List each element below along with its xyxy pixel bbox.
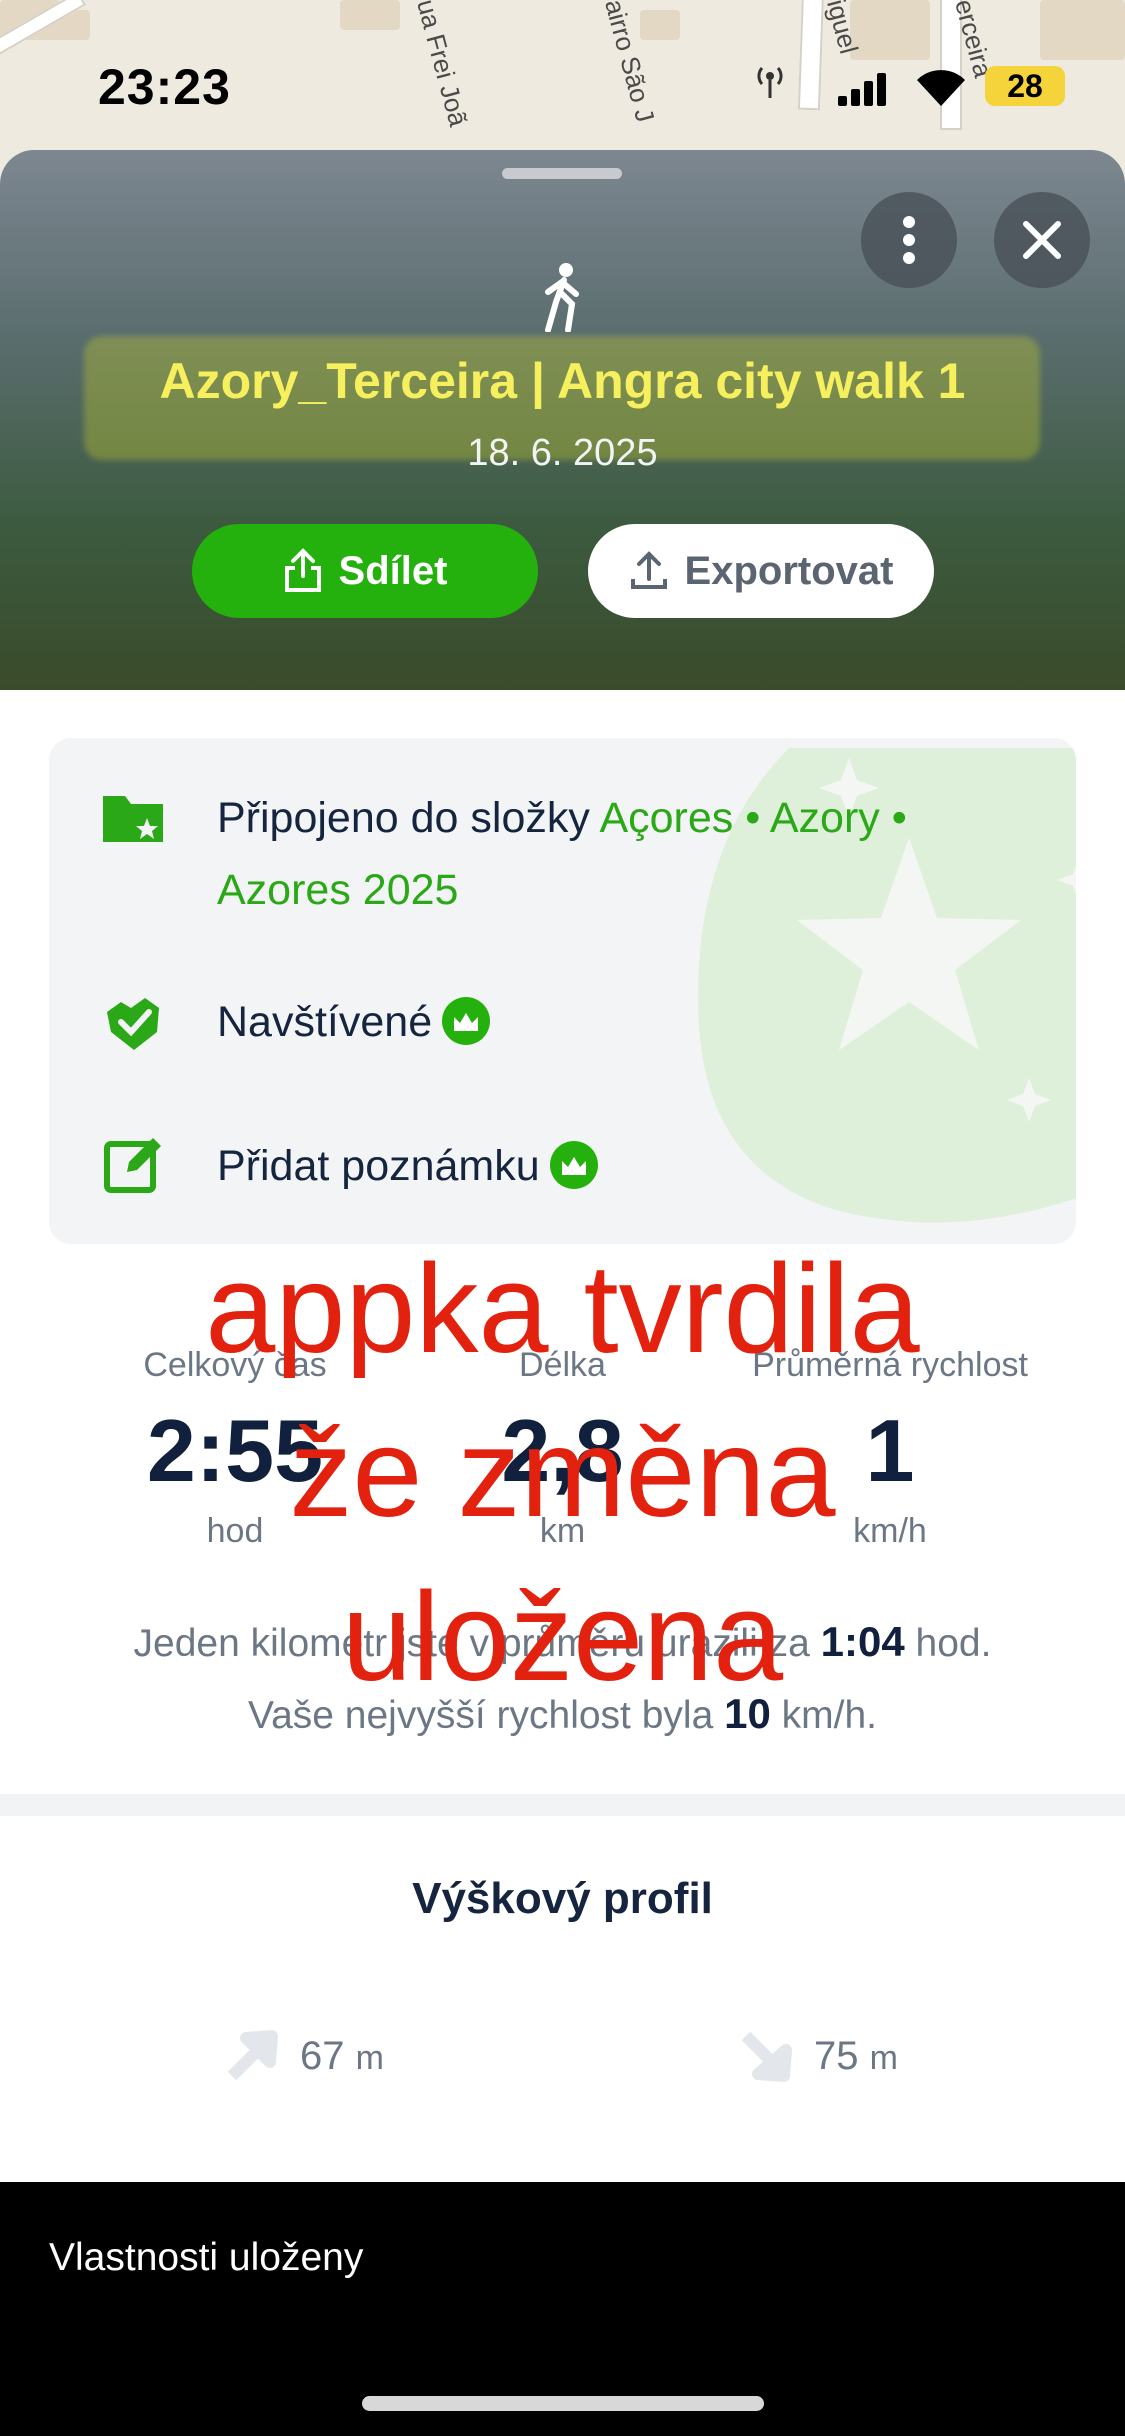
- max-speed-suffix: km/h.: [781, 1694, 878, 1737]
- walking-icon: [545, 263, 579, 332]
- home-indicator[interactable]: [362, 2396, 764, 2411]
- export-label: Exportovat: [684, 548, 894, 593]
- track-header: Azory_Terceira | Angra city walk 1 18. 6…: [0, 150, 1125, 690]
- antenna-icon: [757, 67, 783, 98]
- status-bar: 23:23 28: [0, 0, 1125, 150]
- premium-crown-icon: [549, 1140, 598, 1189]
- snackbar-text: Vlastnosti uloženy: [49, 2236, 364, 2279]
- edit-note-icon: [104, 1138, 161, 1193]
- elevation-ascent: 67 m: [226, 2030, 384, 2082]
- export-icon: [630, 551, 667, 589]
- folder-star-icon: [103, 796, 163, 842]
- descent-value: 75: [814, 2033, 859, 2078]
- annotation-overlay-line: že změna: [289, 1402, 836, 1543]
- export-button[interactable]: Exportovat: [588, 524, 934, 618]
- descent-unit: m: [869, 2038, 898, 2077]
- drag-handle[interactable]: [502, 168, 622, 179]
- track-date: 18. 6. 2025: [467, 432, 658, 474]
- elevation-descent: 75 m: [740, 2030, 898, 2082]
- elevation-profile-title: Výškový profil: [412, 1874, 713, 1923]
- wifi-icon: [917, 70, 965, 106]
- close-icon: [1023, 221, 1061, 259]
- ascent-unit: m: [355, 2038, 384, 2077]
- track-title: Azory_Terceira | Angra city walk 1: [159, 353, 966, 409]
- ascent-arrow-icon: [227, 2030, 278, 2081]
- folder-prefix: Připojeno do složky: [217, 794, 590, 842]
- add-note-label: Přidat poznámku: [217, 1142, 540, 1190]
- cellular-signal-icon: [838, 72, 888, 106]
- ascent-value: 67: [300, 2033, 345, 2078]
- folder-path[interactable]: Açores • Azory •: [599, 794, 906, 842]
- section-divider: [0, 1794, 1125, 1816]
- share-icon: [284, 548, 321, 592]
- more-vertical-icon: [903, 216, 915, 264]
- status-time: 23:23: [98, 59, 231, 115]
- descent-arrow-icon: [741, 2031, 792, 2082]
- annotation-overlay-line: uložena: [341, 1566, 784, 1707]
- annotation-overlay-line: appka tvrdila: [205, 1238, 920, 1379]
- track-info-card: Připojeno do složky Açores • Azory • Azo…: [49, 738, 1076, 1244]
- close-button[interactable]: [994, 192, 1090, 288]
- folder-path[interactable]: Azores 2025: [217, 866, 458, 914]
- visited-check-icon: [107, 998, 159, 1050]
- battery-indicator: 28: [985, 66, 1065, 106]
- share-button[interactable]: Sdílet: [192, 524, 538, 618]
- visited-label: Navštívené: [217, 998, 433, 1046]
- more-options-button[interactable]: [861, 192, 957, 288]
- premium-crown-icon: [442, 996, 491, 1045]
- share-label: Sdílet: [338, 548, 448, 593]
